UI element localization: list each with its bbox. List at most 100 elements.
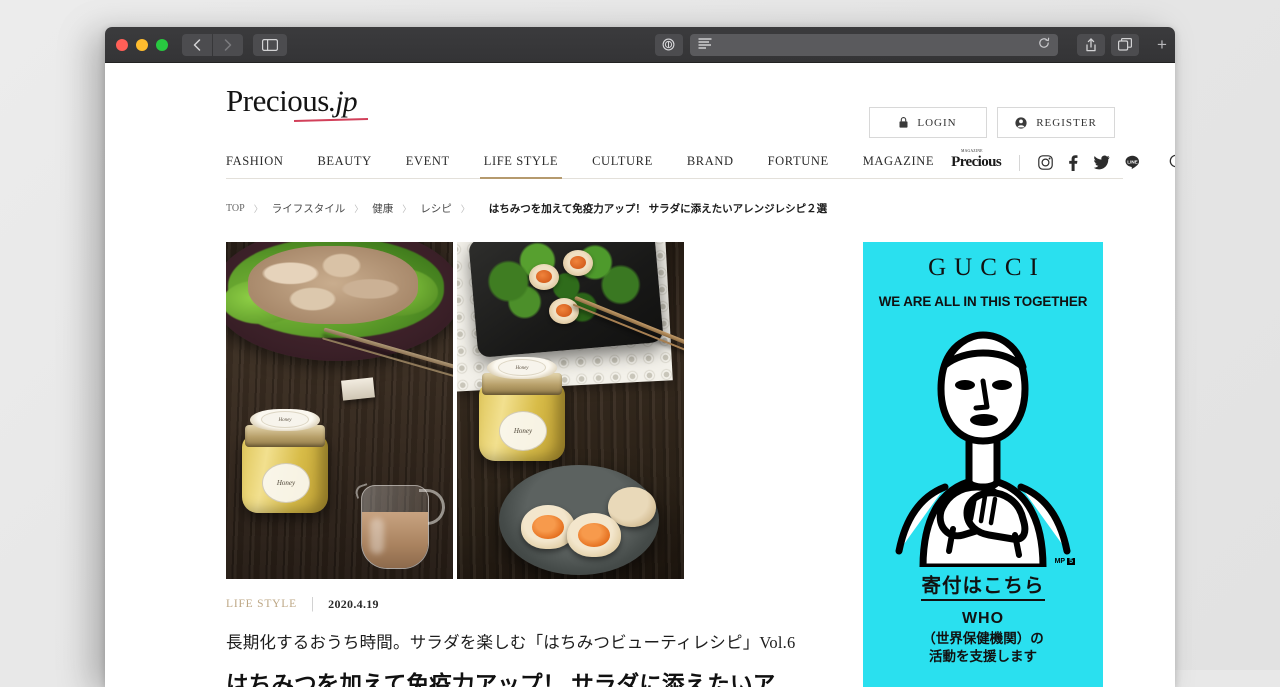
close-window-button[interactable] <box>116 38 128 51</box>
maximize-window-button[interactable] <box>156 38 168 51</box>
article-subtitle: 長期化するおうち時間。サラダを楽しむ「はちみつビューティレシピ」Vol.6 <box>226 633 796 652</box>
photo1-jar-front-label: Honey <box>262 463 310 503</box>
browser-titlebar: + <box>105 27 1175 63</box>
logo-underline <box>293 118 369 123</box>
breadcrumb: TOP 〉 ライフスタイル 〉 健康 〉 レシピ 〉 はちみつを加えて免疫力アッ… <box>226 201 1123 216</box>
line-icon[interactable]: LINE <box>1125 155 1140 170</box>
ad-who-sub-2: 活動を支援します <box>929 648 1037 664</box>
forward-button[interactable] <box>213 33 243 56</box>
photo2-halved-egg <box>567 513 621 557</box>
site-logo-jp: .jp <box>328 85 358 118</box>
nav-item-culture[interactable]: CULTURE <box>575 154 670 178</box>
photo1-dressing-pitcher <box>353 473 445 569</box>
search-icon[interactable] <box>1169 154 1175 171</box>
lock-icon <box>899 117 908 128</box>
back-button[interactable] <box>182 33 212 56</box>
login-button[interactable]: LOGIN <box>869 107 987 138</box>
nav-buttons <box>182 33 243 56</box>
nav-item-event[interactable]: EVENT <box>389 154 467 178</box>
article-date: 2020.4.19 <box>328 596 379 611</box>
login-label: LOGIN <box>917 116 957 129</box>
register-label: REGISTER <box>1036 116 1097 129</box>
nav-item-fashion[interactable]: FASHION <box>226 154 300 178</box>
nav-item-beauty[interactable]: BEAUTY <box>300 154 388 178</box>
ad-mp5-badge: MP 5 <box>1055 558 1075 565</box>
mini-logo-tiny-text: MAGAZINE <box>961 149 983 153</box>
social-links: LINE <box>1038 154 1175 171</box>
ad-badge-mp: MP <box>1054 558 1066 565</box>
article-category[interactable]: LIFE STYLE <box>226 598 297 610</box>
content-area: Honey Honey Honey Honey LIFE STYLE | 202… <box>226 242 1175 687</box>
nav-item-magazine[interactable]: MAGAZINE <box>846 154 951 178</box>
nav-item-life-style[interactable]: LIFE STYLE <box>467 154 575 179</box>
breadcrumb-item-top[interactable]: TOP <box>226 203 245 214</box>
new-tab-button[interactable]: + <box>1149 27 1175 63</box>
photo1-pitcher-body <box>361 485 429 569</box>
photo1-chopstick-rest <box>341 377 375 401</box>
twitter-icon[interactable] <box>1093 155 1110 170</box>
ad-tagline: WE ARE ALL IN THIS TOGETHER <box>878 294 1088 309</box>
article-headline: はちみつを加えて免疫力アップ！ サラダに添えたいアレンジレ <box>226 672 776 687</box>
breadcrumb-current: はちみつを加えて免疫力アップ！ サラダに添えたいアレンジレシピ２選 <box>488 203 828 215</box>
photo2-halved-egg <box>521 505 575 549</box>
photo2-egg-piece <box>549 298 579 324</box>
magazine-mini-logo[interactable]: MAGAZINE Precious <box>951 149 1002 170</box>
sidebar-column: GUCCI WE ARE ALL IN THIS TOGETHER MP 5 寄… <box>863 242 1103 687</box>
auth-buttons: LOGIN REGISTER <box>869 107 1115 138</box>
article-photo-1[interactable]: Honey Honey <box>226 242 453 579</box>
register-button[interactable]: REGISTER <box>997 107 1115 138</box>
site-header: Precious.jp LOGIN REGISTER <box>105 63 1175 138</box>
photo2-egg-yolk <box>532 515 564 539</box>
ad-brand-name: GUCCI <box>928 254 1046 281</box>
meta-separator: | <box>310 595 315 612</box>
breadcrumb-item-recipe[interactable]: レシピ <box>420 201 452 216</box>
mini-logo-text: Precious <box>951 154 1002 170</box>
minimize-window-button[interactable] <box>136 38 148 51</box>
instagram-icon[interactable] <box>1038 155 1053 170</box>
ad-who-sub-1: （世界保健機関）の <box>922 631 1044 646</box>
main-navigation: FASHION BEAUTY EVENT LIFE STYLE CULTURE … <box>226 147 1175 179</box>
photo1-honey-jar: Honey Honey <box>242 409 328 513</box>
page-viewport: Precious.jp LOGIN REGISTER FASHION BEAUT… <box>105 63 1175 687</box>
nav-right-group: MAGAZINE Precious LINE <box>951 149 1175 178</box>
nav-item-brand[interactable]: BRAND <box>670 154 751 178</box>
show-tabs-button[interactable] <box>1111 33 1139 56</box>
breadcrumb-separator: 〉 <box>253 204 263 214</box>
facebook-icon[interactable] <box>1068 154 1078 171</box>
photo1-dressing-liquid <box>362 512 428 568</box>
photo2-jar-top-label: Honey <box>498 359 546 376</box>
ad-who-label: WHO <box>961 610 1005 627</box>
breadcrumb-item-health[interactable]: 健康 <box>372 201 393 216</box>
ad-person-illustration: MP 5 <box>883 315 1083 567</box>
article-photo-2[interactable]: Honey Honey <box>457 242 684 579</box>
breadcrumb-separator: 〉 <box>402 204 412 214</box>
nav-divider <box>1019 154 1021 171</box>
site-logo[interactable]: Precious.jp <box>226 85 369 123</box>
ad-donate-cta[interactable]: 寄付はこちら <box>863 569 1103 601</box>
address-bar[interactable] <box>689 33 1058 56</box>
url-zone <box>295 33 1069 56</box>
article-photos: Honey Honey Honey Honey <box>226 242 738 579</box>
photo2-egg-piece <box>529 264 559 290</box>
share-button[interactable] <box>1077 33 1105 56</box>
web-page: Precious.jp LOGIN REGISTER FASHION BEAUT… <box>105 63 1175 687</box>
photo1-jar-top-label: Honey <box>261 411 309 428</box>
person-icon <box>1015 116 1027 129</box>
photo1-pork-slices <box>248 246 418 324</box>
reload-icon[interactable] <box>1038 36 1050 54</box>
photo2-egg-piece <box>563 250 593 276</box>
window-controls <box>116 38 168 51</box>
ad-badge-number: 5 <box>1067 558 1075 565</box>
photo2-honey-jar: Honey Honey <box>479 357 565 461</box>
sidebar-toggle-button[interactable] <box>253 33 287 56</box>
photo2-jar-front-label: Honey <box>499 411 547 451</box>
gucci-who-advertisement[interactable]: GUCCI WE ARE ALL IN THIS TOGETHER MP 5 寄… <box>863 242 1103 687</box>
article-meta: LIFE STYLE | 2020.4.19 <box>226 595 738 613</box>
article-column: Honey Honey Honey Honey LIFE STYLE | 202… <box>226 242 796 687</box>
reader-lines-icon <box>698 36 712 54</box>
breadcrumb-separator: 〉 <box>460 204 470 214</box>
nav-item-fortune[interactable]: FORTUNE <box>751 154 846 178</box>
breadcrumb-item-lifestyle[interactable]: ライフスタイル <box>272 201 346 216</box>
nav-items: FASHION BEAUTY EVENT LIFE STYLE CULTURE … <box>226 154 951 179</box>
reader-mode-button[interactable] <box>654 33 683 56</box>
